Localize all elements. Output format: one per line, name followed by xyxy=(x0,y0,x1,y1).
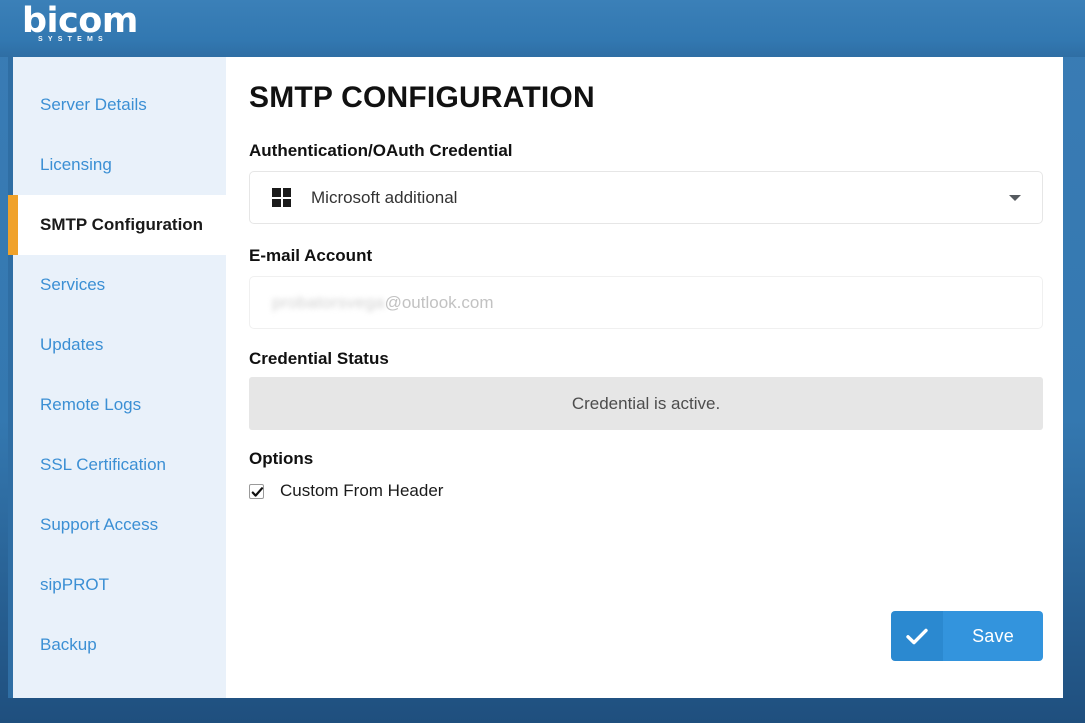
active-accent-bar xyxy=(8,375,18,435)
email-domain-part: @outlook.com xyxy=(384,292,494,312)
sidebar-item-ssl-certification[interactable]: SSL Certification xyxy=(13,435,226,495)
active-accent-bar xyxy=(8,315,18,375)
custom-from-header-checkbox[interactable] xyxy=(249,483,264,499)
credential-status-badge: Credential is active. xyxy=(249,377,1043,430)
main-panel: Server Details Licensing SMTP Configurat… xyxy=(8,57,1063,698)
credential-status-label: Credential Status xyxy=(249,349,389,368)
app-header: bicom SYSTEMS xyxy=(0,0,1085,57)
microsoft-windows-icon xyxy=(272,188,291,207)
sidebar-item-remote-logs[interactable]: Remote Logs xyxy=(13,375,226,435)
custom-from-header-label[interactable]: Custom From Header xyxy=(280,481,443,501)
page-title: SMTP CONFIGURATION xyxy=(249,81,595,114)
sidebar-item-label: Licensing xyxy=(40,155,112,174)
sidebar-item-sipprot[interactable]: sipPROT xyxy=(13,555,226,615)
save-button[interactable]: Save xyxy=(891,611,1043,661)
sidebar-item-label: sipPROT xyxy=(40,575,109,594)
sidebar-item-label: Server Details xyxy=(40,95,147,114)
active-accent-bar xyxy=(8,135,18,195)
sidebar-item-label: SMTP Configuration xyxy=(40,215,204,234)
sidebar-item-smtp-configuration[interactable]: SMTP Configuration xyxy=(8,195,226,255)
sidebar-item-licensing[interactable]: Licensing xyxy=(13,135,226,195)
chevron-down-icon[interactable] xyxy=(1009,194,1021,201)
active-accent-bar xyxy=(8,255,18,315)
brand-logo-word: bicom xyxy=(22,1,138,41)
credential-status-text: Credential is active. xyxy=(571,393,721,413)
sidebar-item-updates[interactable]: Updates xyxy=(13,315,226,375)
option-row-custom-from-header[interactable]: Custom From Header xyxy=(249,481,1043,501)
credential-select-value: Microsoft additional xyxy=(311,187,458,207)
sidebar-item-label: SSL Certification xyxy=(40,455,166,474)
sidebar-item-label: Services xyxy=(40,275,106,294)
sidebar-item-label: Backup xyxy=(40,635,97,654)
sidebar-item-label: Updates xyxy=(40,335,104,354)
sidebar-item-support-access[interactable]: Support Access xyxy=(13,495,226,555)
sidebar-item-label: Remote Logs xyxy=(40,395,142,414)
sidebar-nav: Server Details Licensing SMTP Configurat… xyxy=(8,57,226,698)
brand-logo: bicom SYSTEMS xyxy=(22,2,157,50)
credential-field-label: Authentication/OAuth Credential xyxy=(249,141,513,160)
brand-logo-subtitle: SYSTEMS xyxy=(38,36,108,43)
active-accent-bar xyxy=(8,435,18,495)
email-account-input[interactable]: probatorsvega @outlook.com xyxy=(249,276,1043,329)
active-accent-bar xyxy=(8,75,18,135)
sidebar-item-backup[interactable]: Backup xyxy=(13,615,226,675)
active-accent-bar xyxy=(8,195,18,255)
credential-select[interactable]: Microsoft additional xyxy=(249,171,1043,224)
sidebar-item-server-details[interactable]: Server Details xyxy=(13,75,226,135)
email-local-part-masked: probatorsvega xyxy=(272,292,385,312)
active-accent-bar xyxy=(8,615,18,675)
sidebar-item-label: Support Access xyxy=(40,515,159,534)
save-button-label: Save xyxy=(943,611,1043,661)
active-accent-bar xyxy=(8,495,18,555)
sidebar-item-services[interactable]: Services xyxy=(13,255,226,315)
options-label: Options xyxy=(249,449,314,468)
active-accent-bar xyxy=(8,555,18,615)
content-area: SMTP CONFIGURATION Authentication/OAuth … xyxy=(226,57,1063,698)
check-icon xyxy=(891,611,943,661)
email-field-label: E-mail Account xyxy=(249,246,373,265)
